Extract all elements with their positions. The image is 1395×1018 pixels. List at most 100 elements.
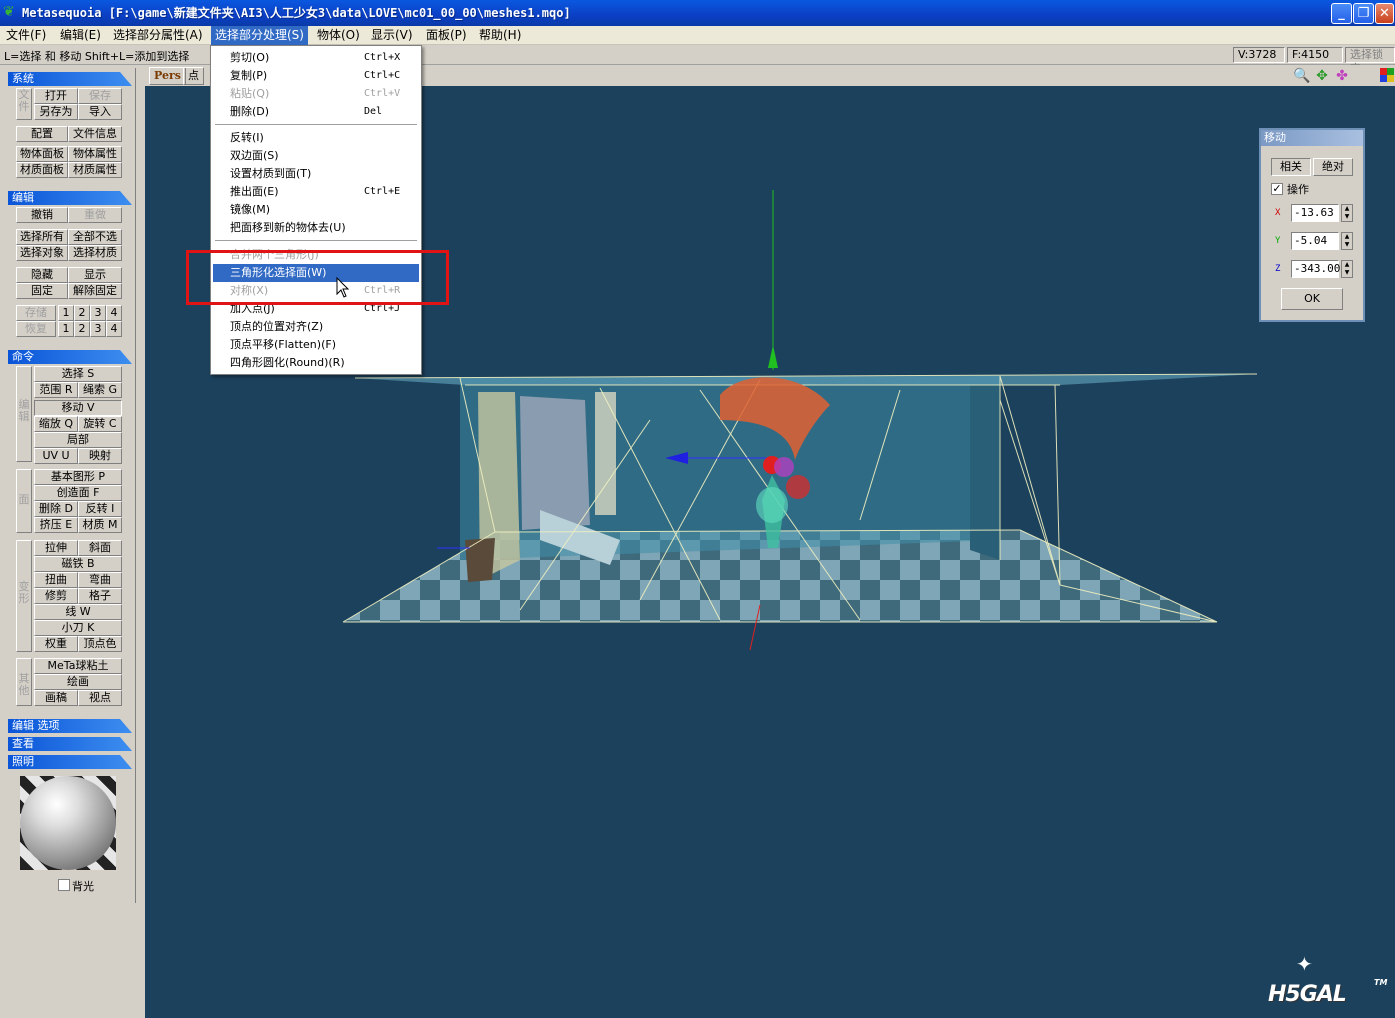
fix-button[interactable]: 固定 <box>16 283 68 299</box>
y-spinner[interactable]: ▲ ▼ <box>1341 232 1353 250</box>
local-tool-button[interactable]: 局部 <box>34 432 122 448</box>
ok-button[interactable]: OK <box>1281 288 1343 310</box>
tab-perspective[interactable]: Pers <box>149 67 186 85</box>
invert-tool-button[interactable]: 反转 I <box>78 501 122 517</box>
material-panel-button[interactable]: 材质面板 <box>16 162 68 178</box>
select-object-button[interactable]: 选择对象 <box>16 245 68 261</box>
trim-tool-button[interactable]: 修剪 <box>34 588 78 604</box>
z-spinner[interactable]: ▲ ▼ <box>1341 260 1353 278</box>
restore-slot-3[interactable]: 3 <box>90 321 106 337</box>
section-lighting[interactable]: 照明 <box>8 755 132 769</box>
menu-selection-process[interactable]: 选择部分处理(S) <box>211 26 308 45</box>
delete-tool-button[interactable]: 删除 D <box>34 501 78 517</box>
import-button[interactable]: 导入 <box>78 104 122 120</box>
color-grid-icon[interactable] <box>1379 68 1395 84</box>
magnet-tool-button[interactable]: 磁铁 B <box>34 556 122 572</box>
section-command[interactable]: 命令 <box>8 350 132 364</box>
object-panel-button[interactable]: 物体面板 <box>16 146 68 162</box>
relative-toggle[interactable]: 相关 <box>1271 158 1311 176</box>
menu-item-round-quad[interactable]: 四角形圆化(Round)(R) <box>213 354 419 372</box>
light-sphere[interactable] <box>20 776 116 870</box>
menu-item-invert[interactable]: 反转(I) <box>213 129 419 147</box>
selection-lock-button[interactable]: 选择锁定 <box>1345 47 1395 75</box>
weight-tool-button[interactable]: 权重 <box>34 636 78 652</box>
bevel-tool-button[interactable]: 斜面 <box>78 540 122 556</box>
close-button[interactable]: ✕ <box>1375 3 1394 24</box>
bend-tool-button[interactable]: 弯曲 <box>78 572 122 588</box>
restore-slot-4[interactable]: 4 <box>106 321 122 337</box>
twist-tool-button[interactable]: 扭曲 <box>34 572 78 588</box>
restore-slot-1[interactable]: 1 <box>58 321 74 337</box>
store-slot-1[interactable]: 1 <box>58 305 74 321</box>
lattice-tool-button[interactable]: 格子 <box>78 588 122 604</box>
deselect-all-button[interactable]: 全部不选 <box>68 229 122 245</box>
store-slot-2[interactable]: 2 <box>74 305 90 321</box>
store-button[interactable]: 存储 <box>16 305 56 321</box>
metaball-tool-button[interactable]: MeTa球粘土 <box>34 658 122 674</box>
section-edit-options[interactable]: 编辑 选项 <box>8 719 132 733</box>
y-value-input[interactable]: -5.04 <box>1291 232 1339 250</box>
select-material-button[interactable]: 选择材质 <box>68 245 122 261</box>
save-button[interactable]: 保存 <box>78 88 122 104</box>
menu-item-cut[interactable]: 剪切(O) Ctrl+X <box>213 49 419 67</box>
extrude-tool-button[interactable]: 挤压 E <box>34 517 78 533</box>
hide-button[interactable]: 隐藏 <box>16 267 68 283</box>
pan-icon[interactable]: ✥ <box>1314 68 1330 84</box>
menu-item-delete[interactable]: 删除(D) Del <box>213 103 419 121</box>
undo-button[interactable]: 撤销 <box>16 207 68 223</box>
menu-item-move-to-new-object[interactable]: 把面移到新的物体去(U) <box>213 219 419 237</box>
knife-tool-button[interactable]: 小刀 K <box>34 620 122 636</box>
save-as-button[interactable]: 另存为 <box>34 104 78 120</box>
restore-slot-2[interactable]: 2 <box>74 321 90 337</box>
rotate-tool-button[interactable]: 旋转 C <box>78 416 122 432</box>
viewpoint-tool-button[interactable]: 视点 <box>78 690 122 706</box>
mapping-tool-button[interactable]: 映射 <box>78 448 122 464</box>
scale-tool-button[interactable]: 缩放 Q <box>34 416 78 432</box>
store-slot-4[interactable]: 4 <box>106 305 122 321</box>
file-info-button[interactable]: 文件信息 <box>68 126 122 142</box>
unfix-button[interactable]: 解除固定 <box>68 283 122 299</box>
tab-point[interactable]: 点 <box>183 67 204 85</box>
minimize-button[interactable]: _ <box>1331 3 1352 24</box>
metasequoia-leaf-icon[interactable]: ❦ <box>3 4 19 20</box>
redo-button[interactable]: 重做 <box>68 207 122 223</box>
light-preview[interactable] <box>20 776 116 870</box>
restore-button[interactable]: 恢复 <box>16 321 56 337</box>
material-property-button[interactable]: 材质属性 <box>68 162 122 178</box>
select-tool-button[interactable]: 选择 S <box>34 366 122 382</box>
operate-checkbox[interactable]: ✓ <box>1271 183 1283 195</box>
z-value-input[interactable]: -343.00 <box>1291 260 1340 278</box>
vertex-color-tool-button[interactable]: 顶点色 <box>78 636 122 652</box>
section-view[interactable]: 查看 <box>8 737 132 751</box>
zoom-icon[interactable]: 🔍 <box>1293 68 1310 84</box>
menu-item-extrude-face[interactable]: 推出面(E) Ctrl+E <box>213 183 419 201</box>
menu-view[interactable]: 显示(V) <box>367 26 417 45</box>
section-system[interactable]: 系统 <box>8 72 132 86</box>
store-slot-3[interactable]: 3 <box>90 305 106 321</box>
menu-item-copy[interactable]: 复制(P) Ctrl+C <box>213 67 419 85</box>
material-tool-button[interactable]: 材质 M <box>78 517 122 533</box>
move-tool-button[interactable]: 移动 V <box>34 400 122 416</box>
menu-item-align-vertices[interactable]: 顶点的位置对齐(Z) <box>213 318 419 336</box>
menu-file[interactable]: 文件(F) <box>2 26 50 45</box>
uv-tool-button[interactable]: UV U <box>34 448 78 464</box>
lasso-tool-button[interactable]: 绳索 G <box>78 382 122 398</box>
object-property-button[interactable]: 物体属性 <box>68 146 122 162</box>
line-tool-button[interactable]: 线 W <box>34 604 122 620</box>
maximize-button[interactable]: ❐ <box>1353 3 1374 24</box>
absolute-toggle[interactable]: 绝对 <box>1313 158 1353 176</box>
x-spinner[interactable]: ▲ ▼ <box>1341 204 1353 222</box>
menu-selection-attributes[interactable]: 选择部分属性(A) <box>109 26 207 45</box>
stretch-tool-button[interactable]: 拉伸 <box>34 540 78 556</box>
select-all-button[interactable]: 选择所有 <box>16 229 68 245</box>
menu-panel[interactable]: 面板(P) <box>422 26 471 45</box>
config-button[interactable]: 配置 <box>16 126 68 142</box>
range-tool-button[interactable]: 范围 R <box>34 382 78 398</box>
basic-shape-button[interactable]: 基本图形 P <box>34 469 122 485</box>
show-button[interactable]: 显示 <box>68 267 122 283</box>
rotate-view-icon[interactable]: ✤ <box>1334 68 1350 84</box>
menu-help[interactable]: 帮助(H) <box>475 26 525 45</box>
menu-edit[interactable]: 编辑(E) <box>56 26 105 45</box>
x-value-input[interactable]: -13.63 <box>1291 204 1339 222</box>
open-button[interactable]: 打开 <box>34 88 78 104</box>
